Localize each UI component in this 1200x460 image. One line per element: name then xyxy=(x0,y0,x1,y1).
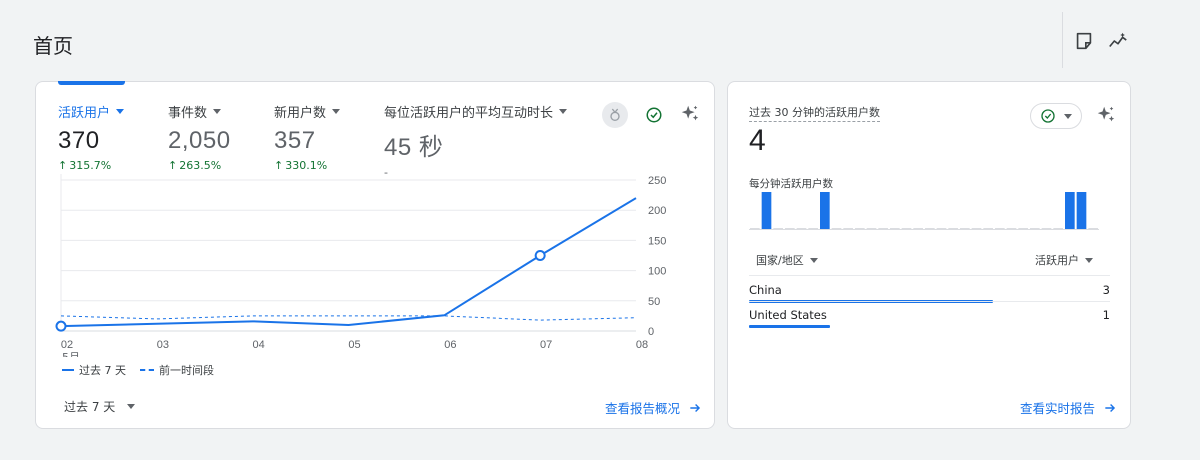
minute-bar xyxy=(831,228,842,229)
header-divider xyxy=(1062,12,1063,68)
x-tick-sublabel: 5月 xyxy=(62,351,80,357)
overview-card: 活跃用户 370 ↑ 315.7% 事件数 2,050 ↑ 263.5% 新用户数 … xyxy=(35,81,715,429)
minute-bar xyxy=(936,228,947,229)
caret-down-icon xyxy=(127,404,136,409)
caret-down-icon xyxy=(1085,257,1093,263)
x-tick-label: 05 xyxy=(348,339,360,351)
y-tick-label: 250 xyxy=(648,175,666,187)
minute-bar xyxy=(995,228,1005,229)
y-tick-label: 100 xyxy=(648,266,666,278)
x-tick-label: 04 xyxy=(253,339,265,351)
minute-bar xyxy=(820,192,830,229)
gridlines xyxy=(60,174,636,332)
view-realtime-link[interactable]: 查看实时报告 xyxy=(1020,398,1117,417)
row-value: 1 xyxy=(1102,308,1110,322)
sparkle-icon[interactable] xyxy=(1093,102,1119,128)
status-chip[interactable] xyxy=(1030,103,1082,129)
x-tick-label: 07 xyxy=(540,339,552,351)
row-country: United States xyxy=(749,308,827,322)
insights-icon[interactable] xyxy=(1107,30,1129,52)
x-tick-label: 02 xyxy=(61,339,73,351)
x-tick-label: 03 xyxy=(157,339,169,351)
date-range-select[interactable]: 过去 7 天 xyxy=(64,398,136,415)
line-chart: 0 50 100 150 200 250 02 03 04 05 06 07 08 5月 xyxy=(55,174,666,357)
minute-bar xyxy=(913,228,923,229)
minute-bar xyxy=(948,228,958,229)
check-circle-icon xyxy=(1041,109,1055,123)
minute-bar xyxy=(1065,192,1075,229)
page-title: 首页 xyxy=(33,34,73,58)
minute-bar xyxy=(855,228,865,229)
table-divider xyxy=(749,275,1110,276)
x-tick-label: 08 xyxy=(636,339,648,351)
row-value: 3 xyxy=(1102,283,1110,297)
minute-bar xyxy=(785,228,795,229)
minute-bar xyxy=(971,228,982,229)
minute-bar-chart xyxy=(749,192,1099,230)
minute-bar xyxy=(890,228,900,229)
row-country: China xyxy=(749,283,782,297)
minute-bar xyxy=(866,228,877,229)
table-divider xyxy=(749,301,1110,302)
minute-bar xyxy=(983,228,993,229)
column-country[interactable]: 国家/地区 xyxy=(756,252,818,268)
minute-bar xyxy=(1076,192,1087,229)
row-share-bar xyxy=(749,325,831,328)
minute-bar xyxy=(1006,228,1017,229)
chart-legend: 过去 7 天 前一时间段 xyxy=(62,362,214,378)
minute-chart-title: 每分钟活跃用户数 xyxy=(749,178,833,190)
legend-solid-swatch xyxy=(62,369,74,371)
data-point xyxy=(55,320,67,332)
legend-current: 过去 7 天 xyxy=(62,362,126,378)
minute-bar xyxy=(773,228,783,229)
caret-down-icon xyxy=(809,257,818,263)
realtime-value: 4 xyxy=(749,124,766,157)
y-tick-label: 0 xyxy=(648,326,654,338)
caret-down-icon xyxy=(1064,113,1072,119)
minute-bar xyxy=(1041,228,1052,229)
realtime-card: 过去 30 分钟的活跃用户数 4 每分钟活跃用户数 国家/地区 活跃用户 Chi… xyxy=(727,81,1131,429)
minute-bar xyxy=(761,192,772,229)
minute-bar xyxy=(1088,228,1098,229)
minute-bar xyxy=(901,228,912,229)
minute-bar xyxy=(750,228,760,229)
minute-bar xyxy=(878,228,888,229)
minute-bar xyxy=(1030,228,1040,229)
column-active-users[interactable]: 活跃用户 xyxy=(1035,252,1093,268)
minute-bar xyxy=(925,228,935,229)
minute-bar xyxy=(1053,228,1063,229)
minute-bar xyxy=(960,228,970,229)
series-line-dashed xyxy=(60,315,637,321)
view-overview-link[interactable]: 查看报告概况 xyxy=(605,398,702,417)
series-line-solid xyxy=(60,197,637,328)
minute-bar xyxy=(843,228,853,229)
arrow-right-icon xyxy=(690,403,701,412)
minute-bar xyxy=(1018,228,1028,229)
minute-bar xyxy=(808,228,818,229)
x-tick-label: 06 xyxy=(444,339,456,351)
legend-dashed-swatch xyxy=(140,369,154,371)
data-point xyxy=(534,250,546,261)
note-icon[interactable] xyxy=(1073,30,1095,52)
x-axis-ticks: 02 03 04 05 06 07 08 5月 xyxy=(61,339,648,357)
minute-bar xyxy=(796,228,807,229)
realtime-title[interactable]: 过去 30 分钟的活跃用户数 xyxy=(749,104,880,122)
arrow-right-icon xyxy=(1105,403,1116,412)
y-tick-label: 50 xyxy=(648,296,660,308)
legend-previous: 前一时间段 xyxy=(140,362,214,378)
y-tick-label: 150 xyxy=(648,235,666,247)
y-tick-label: 200 xyxy=(648,205,666,217)
series-lines xyxy=(55,197,637,332)
y-axis-ticks: 0 50 100 150 200 250 xyxy=(648,175,666,338)
